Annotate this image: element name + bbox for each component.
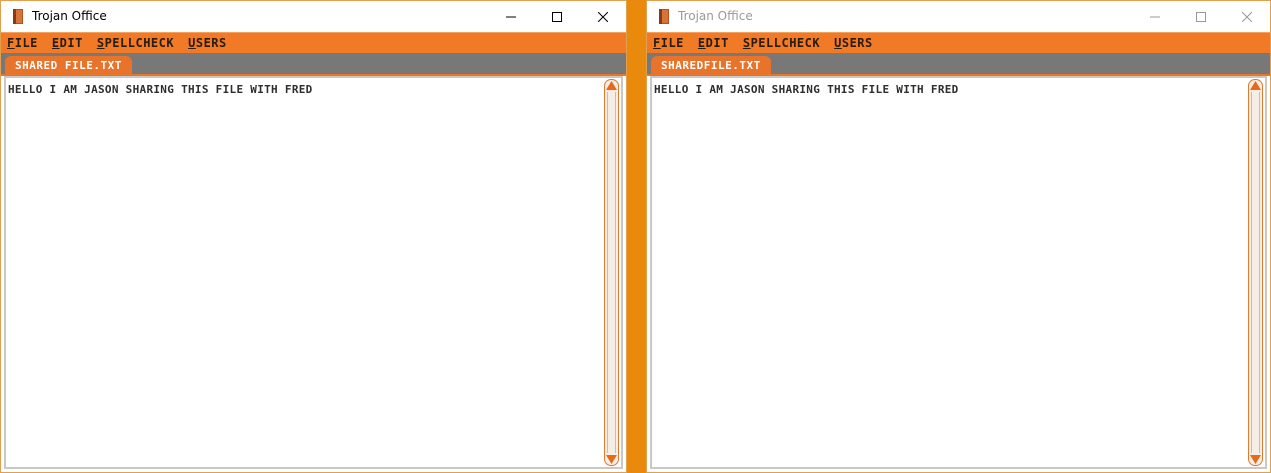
menu-edit[interactable]: EDIT <box>52 36 83 50</box>
window-right: Trojan Office FILE EDIT SPELLCHECK USERS… <box>646 0 1271 473</box>
menu-spellcheck[interactable]: SPELLCHECK <box>97 36 174 50</box>
menu-users-label: SERS <box>195 36 227 50</box>
minimize-button[interactable] <box>488 1 534 32</box>
menu-spellcheck-label: PELLCHECK <box>104 36 175 50</box>
vertical-scrollbar[interactable] <box>604 79 619 466</box>
scroll-thumb[interactable] <box>607 92 616 453</box>
minimize-icon <box>1150 16 1160 17</box>
menu-file[interactable]: FILE <box>653 36 684 50</box>
maximize-icon <box>1196 11 1206 22</box>
menu-spellcheck-label: PELLCHECK <box>750 36 821 50</box>
close-button[interactable] <box>1224 1 1270 32</box>
close-icon <box>598 11 608 22</box>
window-title: Trojan Office <box>32 9 107 23</box>
menu-users[interactable]: USERS <box>188 36 227 50</box>
menu-edit-label: DIT <box>705 36 729 50</box>
menu-edit-mnemonic: E <box>697 36 706 50</box>
menu-spellcheck[interactable]: SPELLCHECK <box>743 36 820 50</box>
menu-bar: FILE EDIT SPELLCHECK USERS <box>1 32 626 54</box>
menu-file-mnemonic: F <box>7 36 15 50</box>
menu-file-label: ILE <box>660 36 684 50</box>
maximize-button[interactable] <box>534 1 580 32</box>
arrow-down-icon <box>1250 455 1261 464</box>
scroll-thumb[interactable] <box>1251 92 1260 453</box>
tab-shared-file[interactable]: SHARED FILE.TXT <box>5 56 132 75</box>
window-title: Trojan Office <box>678 9 753 23</box>
close-icon <box>1242 11 1252 22</box>
title-bar[interactable]: Trojan Office <box>647 1 1270 32</box>
menu-users-mnemonic: U <box>188 36 196 50</box>
arrow-up-icon <box>606 81 617 90</box>
scroll-down-button[interactable] <box>605 455 618 464</box>
menu-edit-mnemonic: E <box>51 36 60 50</box>
minimize-icon <box>506 16 516 17</box>
menu-bar: FILE EDIT SPELLCHECK USERS <box>647 32 1270 54</box>
menu-users-mnemonic: U <box>834 36 842 50</box>
menu-file[interactable]: FILE <box>7 36 38 50</box>
arrow-up-icon <box>1250 81 1261 90</box>
app-book-icon <box>659 9 669 24</box>
editor-area[interactable]: HELLO I AM JASON SHARING THIS FILE WITH … <box>650 76 1267 469</box>
scroll-up-button[interactable] <box>605 81 618 90</box>
menu-spellcheck-mnemonic: S <box>96 36 105 50</box>
title-bar[interactable]: Trojan Office <box>1 1 626 32</box>
arrow-down-icon <box>606 455 617 464</box>
menu-file-mnemonic: F <box>653 36 661 50</box>
menu-edit-label: DIT <box>59 36 83 50</box>
editor-area[interactable]: HELLO I AM JASON SHARING THIS FILE WITH … <box>4 76 623 469</box>
app-book-icon <box>13 9 23 24</box>
scroll-up-button[interactable] <box>1249 81 1262 90</box>
minimize-button[interactable] <box>1132 1 1178 32</box>
menu-edit[interactable]: EDIT <box>698 36 729 50</box>
maximize-icon <box>552 11 562 22</box>
tab-shared-file[interactable]: SHAREDFILE.TXT <box>651 56 771 75</box>
menu-users-label: SERS <box>841 36 873 50</box>
menu-users[interactable]: USERS <box>834 36 873 50</box>
menu-spellcheck-mnemonic: S <box>742 36 751 50</box>
window-left: Trojan Office FILE EDIT SPELLCHECK USERS… <box>0 0 627 473</box>
menu-file-label: ILE <box>14 36 38 50</box>
tab-bar: SHARED FILE.TXT <box>1 54 626 76</box>
editor-content[interactable]: HELLO I AM JASON SHARING THIS FILE WITH … <box>8 83 599 96</box>
editor-content[interactable]: HELLO I AM JASON SHARING THIS FILE WITH … <box>654 83 1243 96</box>
maximize-button[interactable] <box>1178 1 1224 32</box>
tab-bar: SHAREDFILE.TXT <box>647 54 1270 76</box>
vertical-scrollbar[interactable] <box>1248 79 1263 466</box>
scroll-down-button[interactable] <box>1249 455 1262 464</box>
close-button[interactable] <box>580 1 626 32</box>
